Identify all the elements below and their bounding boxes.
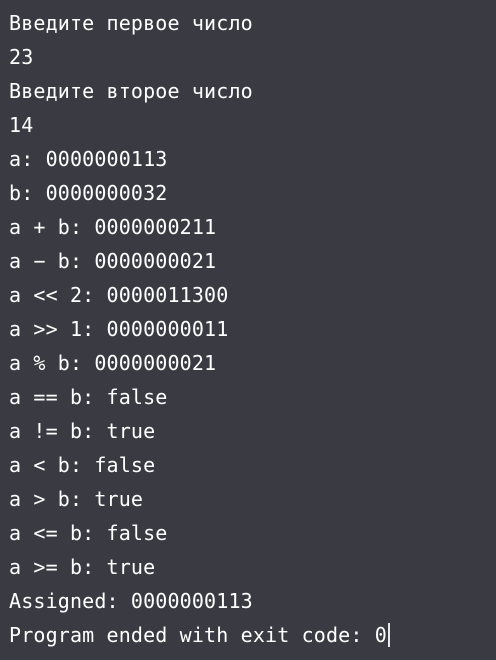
console-line-shift-right: a >> 1: 0000000011 bbox=[9, 317, 229, 341]
console-output[interactable]: Введите первое число 23 Введите второе ч… bbox=[0, 0, 496, 660]
console-line-equal: a == b: false bbox=[9, 385, 168, 409]
console-line-shift-left: a << 2: 0000011300 bbox=[9, 283, 229, 307]
console-line-greater-or-equal: a >= b: true bbox=[9, 555, 156, 579]
console-line-sum: a + b: 0000000211 bbox=[9, 215, 217, 239]
console-line-less-or-equal: a <= b: false bbox=[9, 521, 168, 545]
console-line-input-second: 14 bbox=[9, 113, 34, 137]
console-line-difference: a − b: 0000000021 bbox=[9, 249, 217, 273]
console-line-b: b: 0000000032 bbox=[9, 181, 168, 205]
console-line-assigned: Assigned: 0000000113 bbox=[9, 589, 253, 613]
exit-code-text: Program ended with exit code: 0 bbox=[9, 623, 387, 647]
console-line-less-than: a < b: false bbox=[9, 453, 156, 477]
console-line-prompt-second: Введите второе число bbox=[9, 79, 253, 103]
console-line-greater-than: a > b: true bbox=[9, 487, 144, 511]
console-line-not-equal: a != b: true bbox=[9, 419, 156, 443]
text-cursor bbox=[387, 623, 390, 647]
console-line-modulo: a % b: 0000000021 bbox=[9, 351, 217, 375]
console-line-exit-code: Program ended with exit code: 0 bbox=[9, 618, 496, 652]
console-line-a: a: 0000000113 bbox=[9, 147, 168, 171]
console-line-input-first: 23 bbox=[9, 45, 34, 69]
console-line-prompt-first: Введите первое число bbox=[9, 11, 253, 35]
